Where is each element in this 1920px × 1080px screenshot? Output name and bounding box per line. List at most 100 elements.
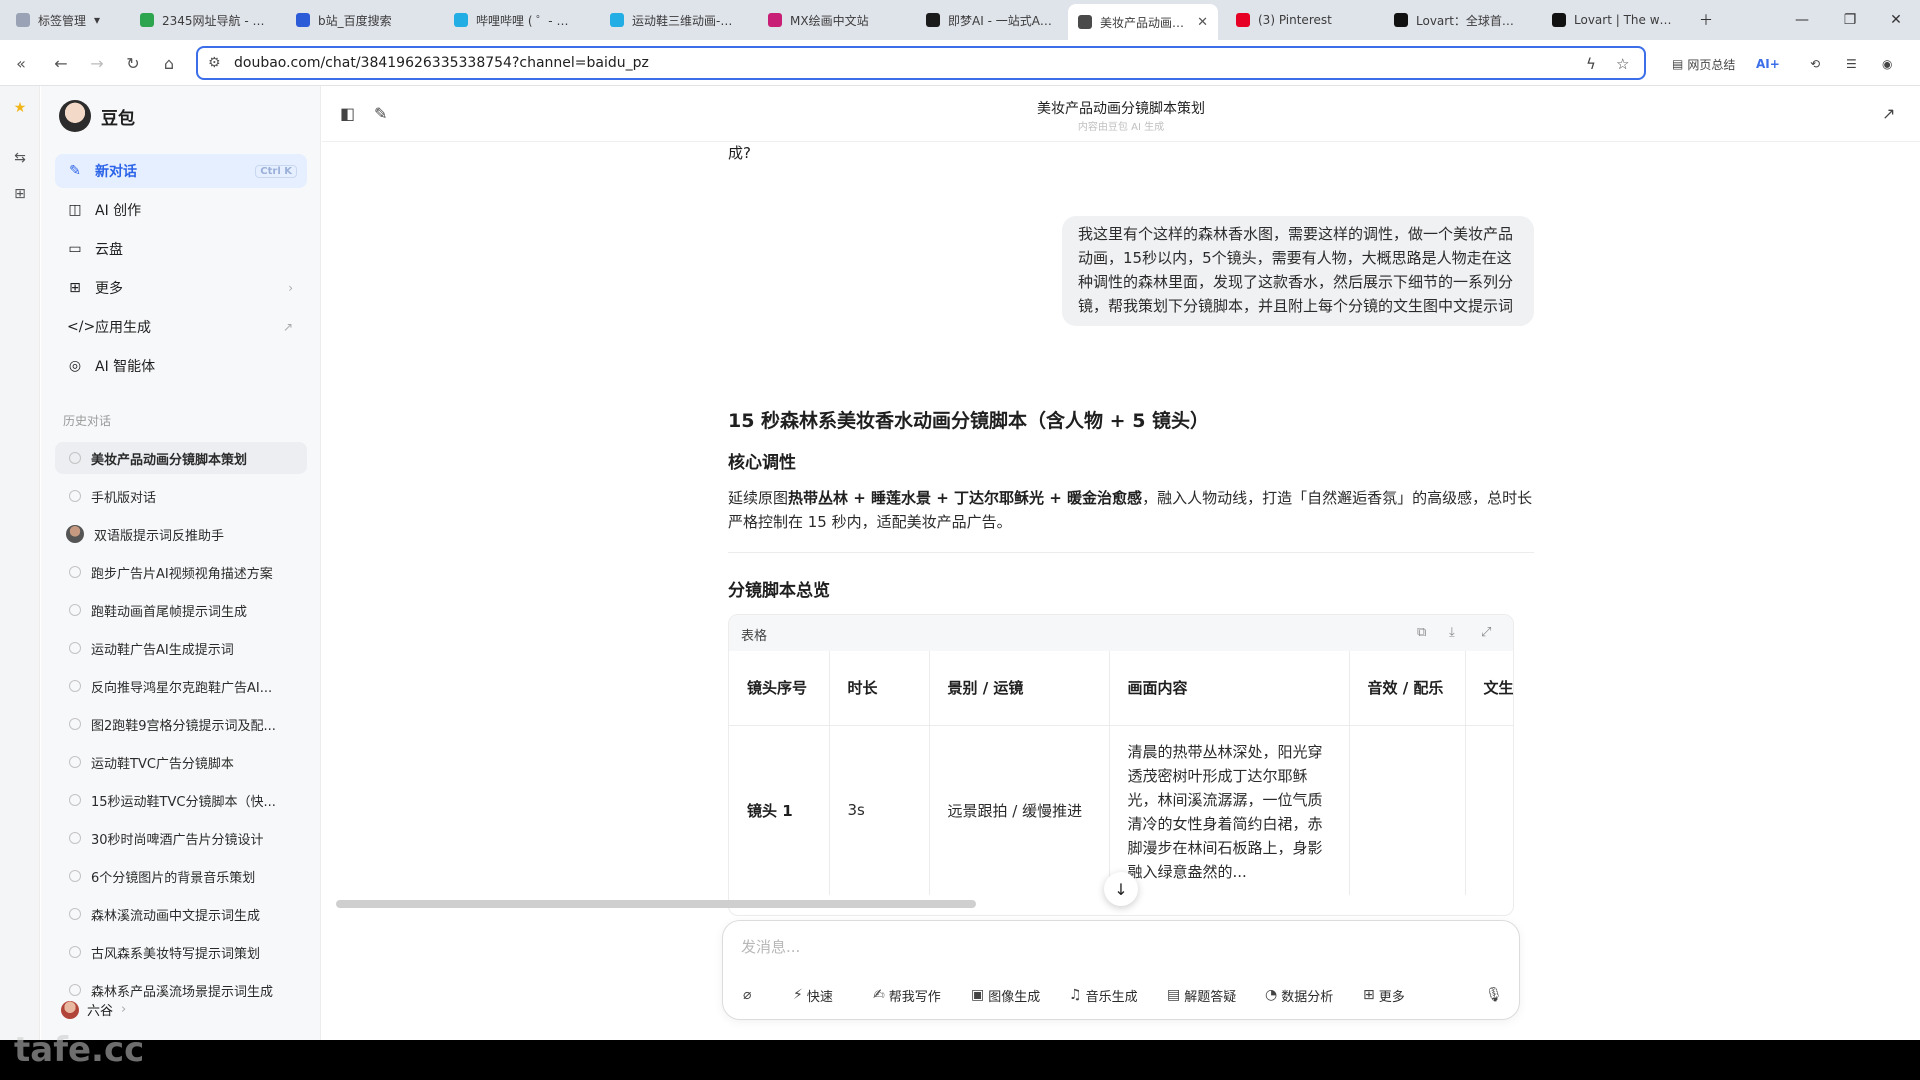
history-item[interactable]: 森林溪流动画中文提示词生成 <box>55 898 307 930</box>
previous-message-tail: 成? <box>728 144 751 162</box>
history-item[interactable]: 30秒时尚啤酒广告片分镜设计 <box>55 822 307 854</box>
table-cell: 3s <box>829 725 930 895</box>
table-header-cell: 时长 <box>829 651 930 726</box>
restore-button[interactable]: ❐ <box>1830 6 1870 34</box>
page-title: 美妆产品动画分镜脚本策划 <box>1037 101 1205 117</box>
tool-icon: ◔ <box>1265 987 1278 1003</box>
browser-toolbar: « ← → ↻ ⌂ ⚙ doubao.com/chat/384196263353… <box>0 40 1920 86</box>
table-header-cell: 镜头序号 <box>729 651 830 726</box>
browser-tab[interactable]: b站_百度搜索 <box>286 4 432 36</box>
browser-tab[interactable]: MX绘画中文站 <box>758 4 904 36</box>
history-item[interactable]: 双语版提示词反推助手 <box>55 518 307 550</box>
lightning-icon[interactable]: ϟ <box>1586 55 1596 73</box>
sidebar-nav-item[interactable]: ⊞ 更多 › <box>55 271 307 305</box>
sidebar-nav-item[interactable]: </> 应用生成 ↗ <box>55 310 307 344</box>
close-tab-icon[interactable]: ✕ <box>1197 15 1208 30</box>
history-item[interactable]: 运动鞋广告AI生成提示词 <box>55 632 307 664</box>
sidebar-nav-item[interactable]: ▭ 云盘 <box>55 232 307 266</box>
page-summary-button[interactable]: ▤ 网页总结 <box>1672 52 1735 76</box>
scrollbar-thumb[interactable] <box>336 900 976 908</box>
composer-tool-button[interactable]: ▣ 图像生成 <box>971 983 1040 1007</box>
tab-label: Lovart | The world's... <box>1574 13 1678 27</box>
add-panel-icon[interactable]: ⊞ <box>10 184 30 204</box>
tool-label: 快速 <box>806 989 833 1005</box>
composer-tool-button[interactable]: ✍ 帮我写作 <box>873 983 941 1007</box>
forward-button[interactable]: → <box>84 50 110 76</box>
history-item[interactable]: 反向推导鸿星尔克跑鞋广告AI... <box>55 670 307 702</box>
history-item[interactable]: 图2跑鞋9宫格分镜提示词及配... <box>55 708 307 740</box>
share-icon[interactable]: ↗ <box>1882 104 1895 123</box>
table-horizontal-scrollbar[interactable] <box>336 900 1096 908</box>
composer-tool-button[interactable]: ◔ 数据分析 <box>1265 983 1333 1007</box>
user-profile[interactable]: 六谷 › <box>61 1000 126 1019</box>
browser-tab[interactable]: 运动鞋三维动画-哔哩... <box>600 4 746 36</box>
close-window-button[interactable]: ✕ <box>1876 6 1916 34</box>
history-item[interactable]: 美妆产品动画分镜脚本策划 <box>55 442 307 474</box>
browser-tab[interactable]: 即梦AI - 一站式AI创... <box>916 4 1062 36</box>
history-item-label: 美妆产品动画分镜脚本策划 <box>91 452 248 468</box>
browser-tab[interactable]: 美妆产品动画分... ✕ <box>1068 4 1218 40</box>
table-cell <box>1465 725 1513 895</box>
chat-bubble-icon <box>69 984 81 996</box>
history-icon[interactable]: ⟲ <box>1810 52 1820 76</box>
reload-button[interactable]: ↻ <box>120 50 146 76</box>
sidebar-nav-item[interactable]: ✎ 新对话 Ctrl K <box>55 154 307 188</box>
section-heading-overview: 分镜脚本总览 <box>728 581 830 601</box>
browser-tab[interactable]: (3) Pinterest <box>1226 4 1372 36</box>
history-item[interactable]: 古风森系美妆特写提示词策划 <box>55 936 307 968</box>
paperclip-icon: ⌀ <box>743 987 752 1003</box>
new-tab-button[interactable]: ＋ <box>1686 6 1726 34</box>
brand[interactable]: 豆包 <box>59 100 135 132</box>
shortcut-badge: Ctrl K <box>255 164 297 178</box>
back-button[interactable]: ← <box>48 50 74 76</box>
history-item[interactable]: 运动鞋TVC广告分镜脚本 <box>55 746 307 778</box>
nav-label: AI 创作 <box>95 203 142 219</box>
voice-input-button[interactable]: 🎙 <box>1485 983 1503 1007</box>
switch-icon[interactable]: ⇆ <box>10 148 30 168</box>
sidebar-nav-item[interactable]: ◎ AI 智能体 <box>55 349 307 383</box>
tab-favicon-icon <box>610 13 624 27</box>
history-item[interactable]: 跑鞋动画首尾帧提示词生成 <box>55 594 307 626</box>
expand-icon[interactable]: ⤢ <box>1481 625 1491 640</box>
history-item[interactable]: 手机版对话 <box>55 480 307 512</box>
sidebar-nav-item[interactable]: ◫ AI 创作 <box>55 193 307 227</box>
favorites-star-icon[interactable]: ★ <box>10 98 30 118</box>
table-header-cell: 景别 / 运镜 <box>929 651 1110 726</box>
page-summary-label: 网页总结 <box>1687 57 1736 72</box>
browser-tab[interactable]: Lovart | The world's... <box>1542 4 1688 36</box>
star-icon[interactable]: ☆ <box>1616 55 1629 73</box>
attach-button[interactable]: ⌀ <box>743 983 751 1007</box>
message-input[interactable] <box>741 935 1481 959</box>
core-highlight: 热带丛林 + 睡莲水景 + 丁达尔耶稣光 + 暖金治愈感 <box>788 489 1143 507</box>
history-item[interactable]: 15秒运动鞋TVC分镜脚本（快... <box>55 784 307 816</box>
tool-label: 帮我写作 <box>888 989 941 1005</box>
profile-icon[interactable]: ◉ <box>1882 52 1892 76</box>
site-settings-icon[interactable]: ⚙ <box>208 55 221 71</box>
chat-header: ◧ ✎ 美妆产品动画分镜脚本策划 内容由豆包 AI 生成 ↗ <box>322 86 1920 142</box>
browser-tab[interactable]: Lovart：全球首个AI... <box>1384 4 1530 36</box>
history-item[interactable]: 6个分镜图片的背景音乐策划 <box>55 860 307 892</box>
copy-icon[interactable]: ⧉ <box>1417 625 1426 640</box>
composer-tool-button[interactable]: ⚡ 快速 <box>793 983 833 1007</box>
minimize-button[interactable]: — <box>1782 6 1822 34</box>
composer-tool-button[interactable]: ♫ 音乐生成 <box>1069 983 1138 1007</box>
collapse-sidebar-icon[interactable]: « <box>8 50 34 76</box>
download-icon[interactable]: ⤓ <box>1449 625 1455 640</box>
nav-label: AI 智能体 <box>95 359 156 375</box>
menu-icon[interactable]: ☰ <box>1846 52 1857 76</box>
history-item[interactable]: 跑步广告片AI视频视角描述方案 <box>55 556 307 588</box>
browser-tab[interactable]: 哔哩哔哩 ( ゜- ゜)つロ <box>444 4 590 36</box>
table-header-cell: 文生 <box>1465 651 1513 726</box>
browser-tab[interactable]: 2345网址导航 - 致力... <box>130 4 276 36</box>
composer-tool-button[interactable]: ⊞ 更多 <box>1363 983 1405 1007</box>
scroll-to-bottom-button[interactable]: ↓ <box>1104 872 1138 906</box>
ai-plus-button[interactable]: AI+ <box>1756 52 1780 76</box>
chevron-icon: ↗ <box>282 320 293 334</box>
composer-tool-button[interactable]: ▤ 解题答疑 <box>1167 983 1236 1007</box>
history-item-label: 森林溪流动画中文提示词生成 <box>91 908 261 924</box>
bookmarks-manager-label: 标签管理 <box>38 13 87 28</box>
chevron-right-icon: › <box>121 1002 127 1017</box>
bookmarks-manager-button[interactable]: 标签管理 ▾ <box>6 4 126 36</box>
address-bar[interactable]: ⚙ doubao.com/chat/38419626335338754?chan… <box>196 46 1646 80</box>
home-button[interactable]: ⌂ <box>156 50 182 76</box>
